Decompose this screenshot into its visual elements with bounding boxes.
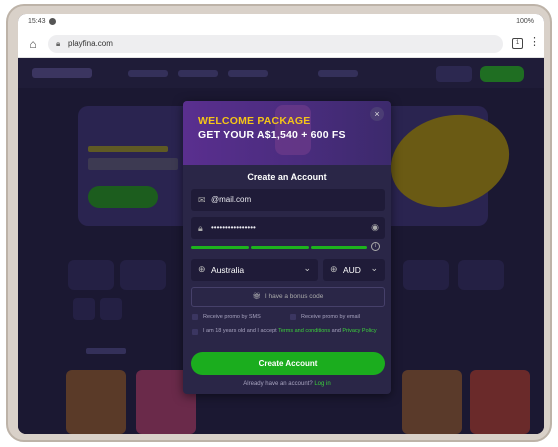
header-signup-button <box>480 66 524 82</box>
password-strength-bar <box>251 246 309 249</box>
password-strength-bar <box>311 246 367 249</box>
currency-value: AUD <box>343 265 361 275</box>
lock-icon: 🔒︎ <box>56 39 61 48</box>
terms-and: and <box>331 328 341 334</box>
status-bar: 15:43 100% <box>18 14 544 30</box>
clock: 15:43 <box>28 18 46 25</box>
sms-promo-checkbox[interactable] <box>192 314 198 320</box>
email-promo-checkbox[interactable] <box>290 314 296 320</box>
email-field[interactable]: ✉ @mail.com <box>191 189 385 211</box>
game-card <box>470 370 530 434</box>
category-tile <box>458 260 504 290</box>
lock-icon: 🔒︎ <box>198 223 203 233</box>
banner-text <box>88 146 168 152</box>
email-value: @mail.com <box>211 195 252 204</box>
currency-select[interactable]: ⊕ AUD ⌄ <box>323 259 385 281</box>
battery-level: 100% <box>516 18 534 25</box>
nav-item <box>128 70 168 77</box>
terms-link[interactable]: Terms and conditions <box>278 328 330 334</box>
welcome-banner: WELCOME PACKAGE GET YOUR A$1,540 + 600 F… <box>183 101 391 165</box>
create-account-button[interactable]: Create Account <box>191 352 385 375</box>
chevron-down-icon: ⌄ <box>303 263 311 273</box>
browser-toolbar: ⌂ 🔒︎ playfina.com 1 ⋮ <box>18 30 544 58</box>
filter-tile <box>73 298 95 320</box>
banner-text <box>88 158 178 170</box>
bonus-code-label: I have a bonus code <box>264 293 324 300</box>
tablet-device: 15:43 100% ⌂ 🔒︎ playfina.com 1 ⋮ WELCOME… <box>6 4 552 442</box>
eye-icon[interactable]: ◉ <box>371 222 379 233</box>
country-value: Australia <box>211 265 245 275</box>
nav-item <box>318 70 358 77</box>
banner-button <box>88 186 158 208</box>
nav-item <box>178 70 218 77</box>
close-icon[interactable]: × <box>370 107 384 121</box>
welcome-title: WELCOME PACKAGE <box>198 115 311 127</box>
sms-promo-label: Receive promo by SMS <box>203 314 261 320</box>
site-logo <box>32 68 92 78</box>
info-icon[interactable]: i <box>371 242 380 251</box>
registration-modal: WELCOME PACKAGE GET YOUR A$1,540 + 600 F… <box>183 101 391 394</box>
terms-prefix: I am 18 years old and I accept <box>203 328 277 334</box>
menu-icon[interactable]: ⋮ <box>529 36 540 48</box>
welcome-offer: GET YOUR A$1,540 + 600 FS <box>198 129 346 141</box>
notification-icon <box>49 18 56 25</box>
tabs-button[interactable]: 1 <box>512 38 523 49</box>
login-prompt: Already have an account? Log in <box>183 381 391 387</box>
game-card <box>402 370 462 434</box>
url-text: playfina.com <box>68 39 113 48</box>
modal-title: Create an Account <box>247 172 327 182</box>
site-header <box>18 58 544 88</box>
email-promo-label: Receive promo by email <box>301 314 360 320</box>
filter-tile <box>100 298 122 320</box>
globe-icon: ⊕ <box>198 264 206 274</box>
game-card <box>66 370 126 434</box>
section-title <box>86 348 126 354</box>
category-tile <box>403 260 449 290</box>
password-value: •••••••••••••••• <box>211 223 256 232</box>
screen: 15:43 100% ⌂ 🔒︎ playfina.com 1 ⋮ WELCOME… <box>18 14 544 434</box>
country-select[interactable]: ⊕ Australia ⌄ <box>191 259 318 281</box>
gift-icon: 🎁︎ <box>252 293 261 300</box>
terms-checkbox[interactable] <box>192 329 198 335</box>
chevron-down-icon: ⌄ <box>370 263 378 273</box>
bonus-code-button[interactable]: 🎁︎ I have a bonus code <box>191 287 385 307</box>
terms-label: I am 18 years old and I accept Terms and… <box>203 327 385 335</box>
mail-icon: ✉ <box>198 195 206 205</box>
globe-icon: ⊕ <box>330 264 338 274</box>
header-login-button <box>436 66 472 82</box>
already-text: Already have an account? <box>243 381 313 387</box>
password-field[interactable]: 🔒︎ •••••••••••••••• ◉ <box>191 217 385 239</box>
login-link[interactable]: Log in <box>314 381 330 387</box>
category-tile <box>68 260 114 290</box>
home-icon[interactable]: ⌂ <box>26 37 40 51</box>
category-tile <box>120 260 166 290</box>
url-field[interactable]: 🔒︎ playfina.com <box>48 35 503 53</box>
nav-item <box>228 70 268 77</box>
privacy-link[interactable]: Privacy Policy <box>342 328 376 334</box>
password-strength-bar <box>191 246 249 249</box>
